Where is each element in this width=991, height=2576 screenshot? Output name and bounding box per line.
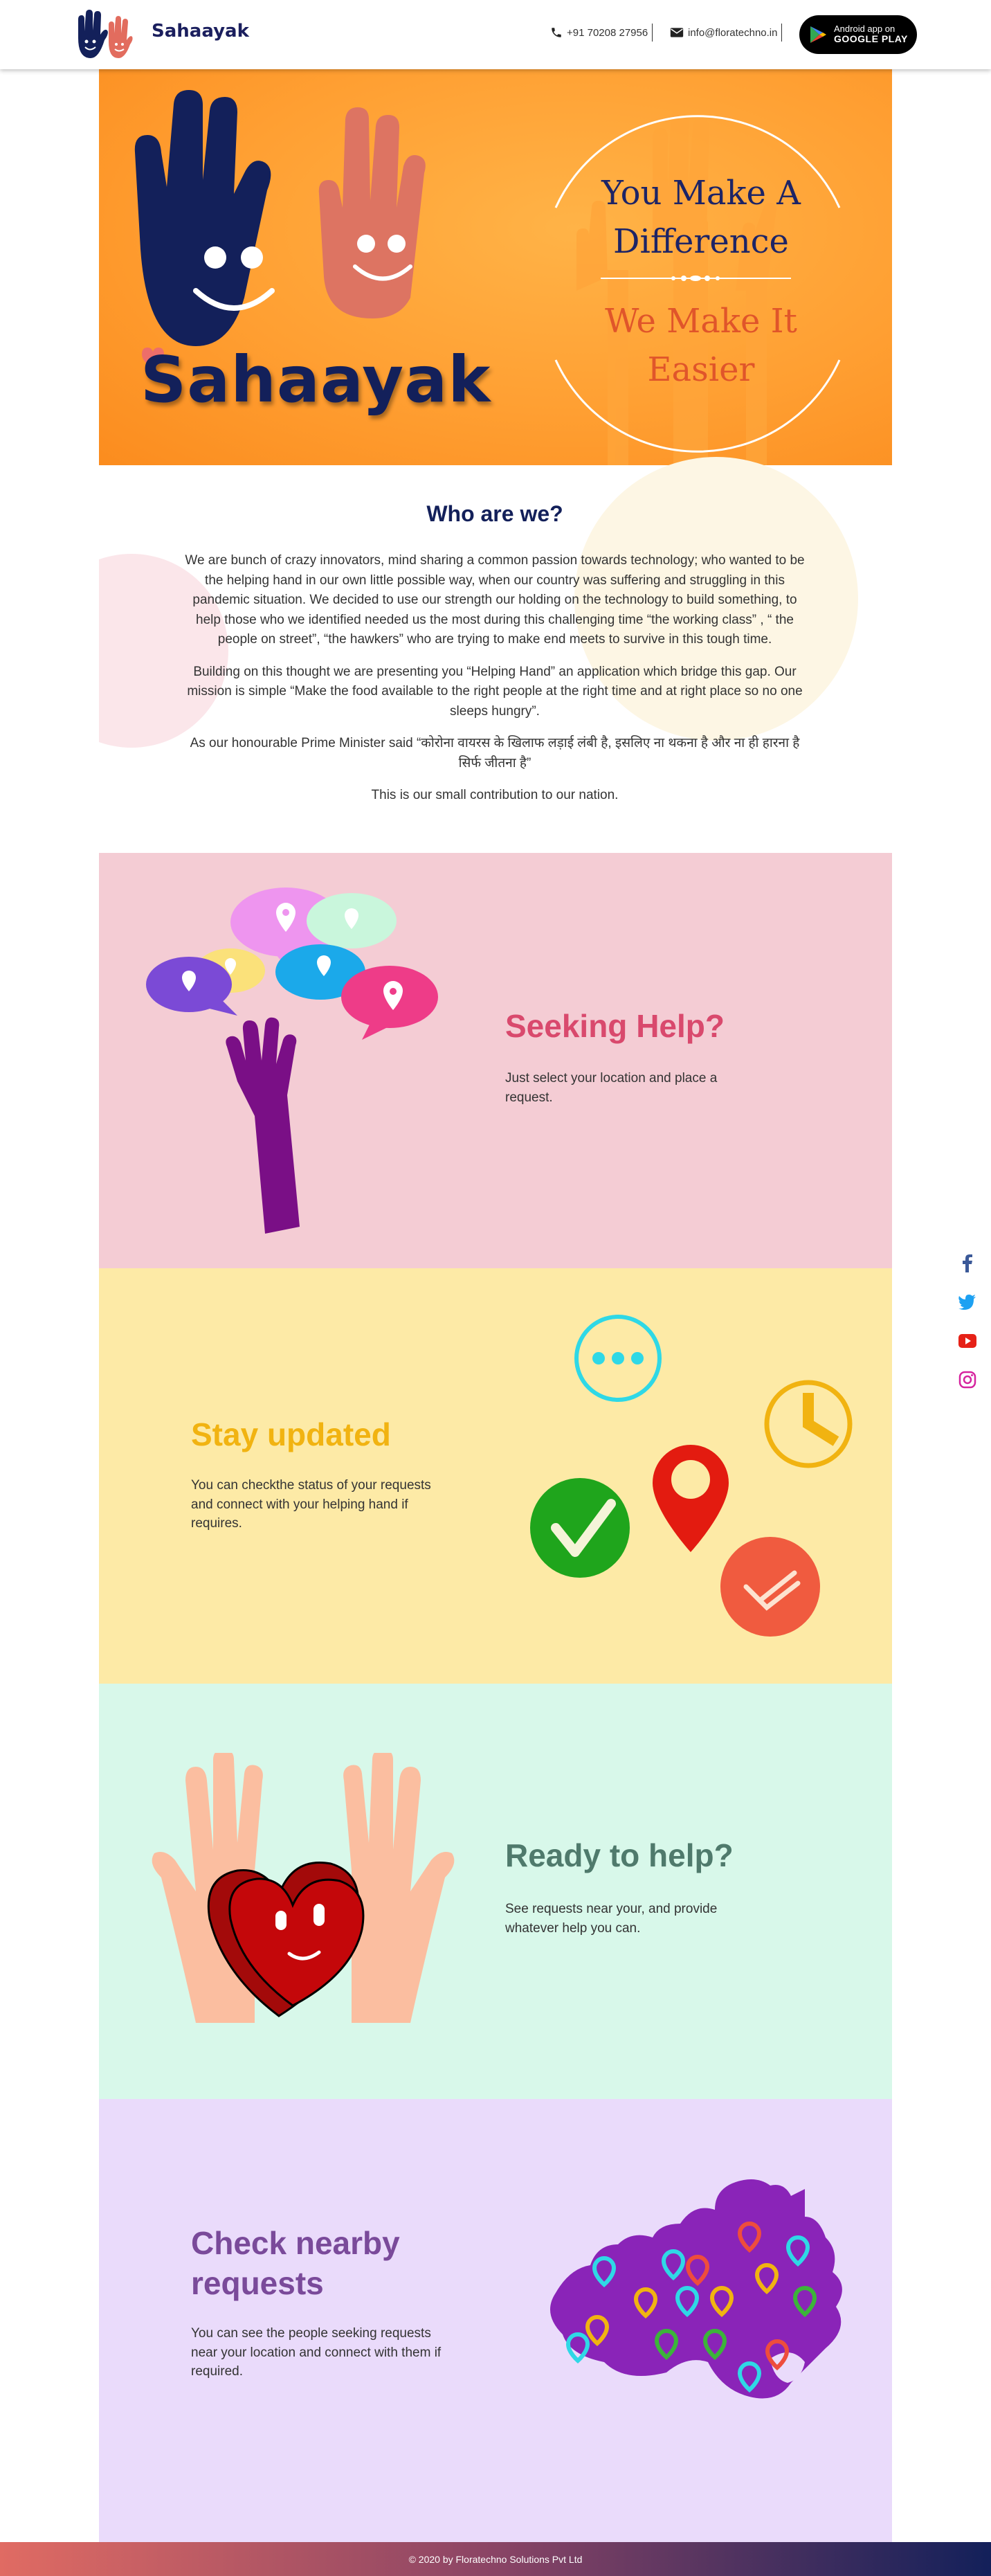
phone-number: +91 70208 27956 [567,26,648,39]
seeking-help-text: Just select your location and place a re… [505,1071,718,1105]
status-icons-illustration [530,1315,853,1637]
about-paragraph-4: This is our small contribution to our na… [371,788,619,802]
ready-to-help-text: See requests near your, and provide what… [505,1902,718,1936]
nearby-requests-title: Check nearby requests [191,2225,400,2301]
site-footer: © 2020 by Floratechno Solutions Pvt Ltd [0,2542,991,2576]
hero-brand-text: Sahaayak [140,343,491,417]
about-paragraph-2: Building on this thought we are presenti… [187,664,803,719]
seeking-help-title: Seeking Help? [505,1008,725,1044]
stay-updated-section: Stay updated You can checkthe status of … [99,1268,892,1684]
logo-text: Sahaayak [152,21,249,42]
hero-tagline-2: We Make It Easier [605,302,797,389]
margin-cover [892,465,991,853]
hero-banner: Sahaayak You Make A Difference We Make I… [99,69,892,465]
store-line2: GOOGLE PLAY [834,33,908,45]
phone-icon [552,28,561,37]
play-store-icon [810,26,826,43]
hand-with-location-bubbles-illustration [146,888,438,1234]
instagram-icon[interactable] [958,1371,976,1389]
about-section: Who are we? We are bunch of crazy innova… [183,497,806,818]
stay-updated-text: You can checkthe status of your requests… [191,1478,431,1531]
seeking-help-section: Seeking Help? Just select your location … [99,853,892,1268]
logo[interactable]: Sahaayak [73,7,253,62]
email-address: info@floratechno.in [688,26,778,39]
stay-updated-title: Stay updated [191,1416,391,1452]
nearby-requests-section: Check nearby requests You can see the pe… [99,2099,892,2542]
ready-to-help-title: Ready to help? [505,1837,734,1873]
map-with-pins-illustration [550,2179,842,2399]
store-line1: Android app on [834,24,895,35]
hands-logo-icon [78,10,133,58]
hands-holding-heart-illustration [152,1753,455,2023]
google-play-button[interactable]: Android app on GOOGLE PLAY [799,15,917,54]
phone-contact[interactable]: +91 70208 27956 [550,24,653,42]
hero-tagline-1: You Make A Difference [601,174,801,261]
site-header: Sahaayak +91 70208 27956 info@floratechn… [0,0,991,69]
about-paragraph-1: We are bunch of crazy innovators, mind s… [185,553,805,647]
ready-to-help-section: Ready to help? See requests near your, a… [99,1684,892,2099]
about-paragraph-3: As our honourable Prime Minister said “क… [190,736,800,771]
facebook-icon[interactable] [958,1254,976,1272]
margin-cover [0,465,99,853]
divider [652,24,653,42]
divider [781,24,783,42]
nearby-requests-text: You can see the people seeking requests … [191,2326,442,2379]
mail-icon [670,28,684,37]
twitter-icon[interactable] [958,1293,976,1311]
youtube-icon[interactable] [958,1332,976,1350]
email-contact[interactable]: info@floratechno.in [670,24,783,42]
copyright-text: © 2020 by Floratechno Solutions Pvt Ltd [408,2553,583,2565]
about-title: Who are we? [426,501,563,526]
